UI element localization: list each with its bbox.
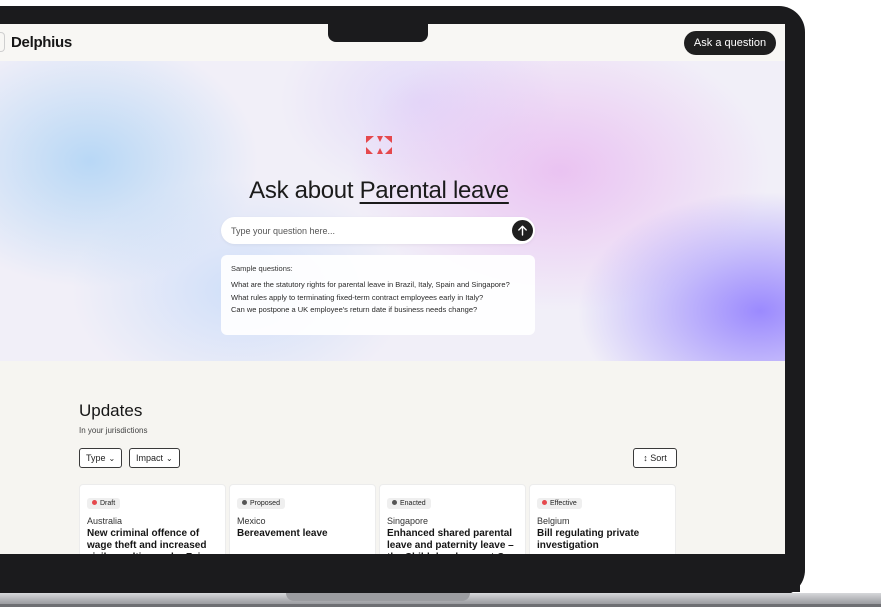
card-title: New criminal offence of wage theft and i…: [87, 528, 207, 554]
status-badge: Effective: [537, 498, 582, 509]
status-label: Draft: [100, 500, 116, 507]
status-label: Effective: [550, 500, 577, 507]
sort-button[interactable]: ↕ Sort: [633, 448, 677, 468]
status-dot: [242, 500, 247, 505]
hero-section: Ask about Parental leave Sample question…: [0, 61, 785, 361]
submit-question-button[interactable]: [512, 220, 533, 241]
status-label: Proposed: [250, 500, 280, 507]
sort-icon: ↕: [643, 453, 648, 463]
status-dot: [392, 500, 397, 505]
status-dot: [542, 500, 547, 505]
type-filter-label: Type: [86, 453, 106, 463]
status-badge: Enacted: [387, 498, 431, 509]
card-title: Bereavement leave: [237, 528, 328, 539]
brand-name[interactable]: Delphius: [11, 34, 72, 51]
update-card[interactable]: Draft Australia New criminal offence of …: [79, 484, 226, 554]
question-search-box: [221, 217, 535, 244]
title-prefix: Ask about: [249, 177, 354, 204]
impact-filter-label: Impact: [136, 453, 164, 463]
topic-selector-link[interactable]: Parental leave: [360, 177, 510, 204]
status-badge: Draft: [87, 498, 121, 509]
laptop-base-notch: [286, 593, 470, 601]
camera-notch: [328, 24, 428, 42]
card-country: Singapore: [387, 516, 429, 526]
delphius-logo-icon: [366, 136, 392, 154]
laptop-bottom-bezel: [0, 554, 800, 592]
update-card[interactable]: Enacted Singapore Enhanced shared parent…: [379, 484, 526, 554]
sample-question[interactable]: What rules apply to terminating fixed-te…: [231, 292, 525, 305]
page-title: Ask about Parental leave: [0, 177, 758, 205]
sample-questions-panel: Sample questions: What are the statutory…: [221, 255, 535, 335]
status-label: Enacted: [400, 500, 426, 507]
sort-label: Sort: [650, 453, 667, 463]
updates-subtitle: In your jurisdictions: [79, 426, 148, 435]
type-filter-dropdown[interactable]: Type ⌄: [79, 448, 123, 468]
card-country: Mexico: [237, 516, 266, 526]
updates-heading: Updates: [79, 401, 143, 420]
sample-question[interactable]: What are the statutory rights for parent…: [231, 279, 525, 292]
update-card[interactable]: Effective Belgium Bill regulating privat…: [529, 484, 676, 554]
ask-question-button[interactable]: Ask a question: [684, 31, 776, 55]
sample-questions-heading: Sample questions:: [231, 264, 293, 273]
status-dot: [92, 500, 97, 505]
chevron-down-icon: ⌄: [166, 454, 173, 463]
update-card[interactable]: Proposed Mexico Bereavement leave: [229, 484, 376, 554]
card-title: Bill regulating private investigation: [537, 528, 640, 551]
arrow-up-icon: [518, 225, 527, 236]
impact-filter-dropdown[interactable]: Impact ⌄: [129, 448, 180, 468]
sample-question[interactable]: Can we postpone a UK employee's return d…: [231, 304, 525, 317]
back-tab-edge[interactable]: [0, 32, 5, 52]
app-screen: Delphius Ask a question Ask about Parent…: [0, 24, 785, 554]
card-title: Enhanced shared parental leave and pater…: [387, 528, 514, 554]
question-input[interactable]: [231, 217, 511, 244]
chevron-down-icon: ⌄: [108, 454, 116, 463]
status-badge: Proposed: [237, 498, 285, 509]
card-country: Belgium: [537, 516, 570, 526]
card-country: Australia: [87, 516, 123, 526]
